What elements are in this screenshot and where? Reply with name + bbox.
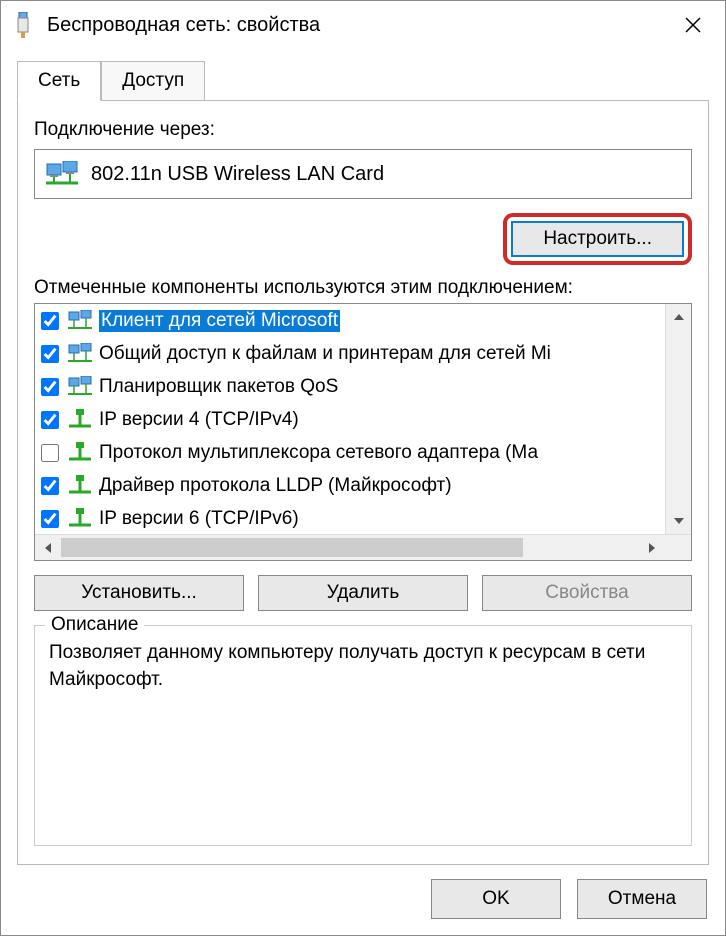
component-checkbox[interactable] <box>41 510 59 528</box>
tab-strip: Сеть Доступ <box>17 61 709 101</box>
cancel-button[interactable]: Отмена <box>577 879 707 919</box>
component-label: IP версии 6 (TCP/IPv6) <box>99 508 299 530</box>
protocol-icon <box>67 441 93 465</box>
description-label: Описание <box>45 614 144 636</box>
properties-button: Свойства <box>482 575 692 611</box>
adapter-box[interactable]: 802.11n USB Wireless LAN Card <box>34 149 692 199</box>
highlight-annotation: Настроить... <box>503 213 692 265</box>
component-label: Общий доступ к файлам и принтерам для се… <box>99 343 551 365</box>
vertical-scrollbar[interactable] <box>665 304 691 534</box>
component-checkbox[interactable] <box>41 312 59 330</box>
dialog-footer: OK Отмена <box>1 865 725 935</box>
protocol-icon <box>67 408 93 432</box>
titlebar: Беспроводная сеть: свойства <box>1 1 725 49</box>
scroll-up-arrow-icon[interactable] <box>666 304 691 330</box>
component-label: Драйвер протокола LLDP (Майкрософт) <box>99 475 452 497</box>
list-item[interactable]: Драйвер протокола LLDP (Майкрософт) <box>35 469 665 502</box>
description-groupbox: Описание Позволяет данному компьютеру по… <box>34 625 692 846</box>
tab-access[interactable]: Доступ <box>101 61 205 101</box>
scroll-right-arrow-icon[interactable] <box>639 535 665 560</box>
install-button[interactable]: Установить... <box>34 575 244 611</box>
close-button[interactable] <box>673 5 713 45</box>
properties-dialog: Беспроводная сеть: свойства Сеть Доступ … <box>0 0 726 936</box>
protocol-icon <box>67 507 93 531</box>
list-item[interactable]: Общий доступ к файлам и принтерам для се… <box>35 337 665 370</box>
scroll-left-arrow-icon[interactable] <box>35 535 61 560</box>
component-checkbox[interactable] <box>41 444 59 462</box>
service-icon <box>67 375 93 399</box>
ok-button[interactable]: OK <box>431 879 561 919</box>
component-checkbox[interactable] <box>41 477 59 495</box>
client-icon <box>67 309 93 333</box>
tab-network[interactable]: Сеть <box>17 61 101 101</box>
scroll-down-arrow-icon[interactable] <box>666 508 691 534</box>
component-checkbox[interactable] <box>41 378 59 396</box>
hscroll-thumb[interactable] <box>61 538 523 557</box>
component-buttons: Установить... Удалить Свойства <box>34 575 692 611</box>
service-icon <box>67 342 93 366</box>
component-label: Клиент для сетей Microsoft <box>99 310 340 332</box>
list-item[interactable]: Протокол мультиплексора сетевого адаптер… <box>35 436 665 469</box>
component-checkbox[interactable] <box>41 411 59 429</box>
hscroll-track[interactable] <box>61 535 639 560</box>
tab-panel-network: Подключение через: 802.11n <box>17 100 709 865</box>
component-checkbox[interactable] <box>41 345 59 363</box>
configure-button[interactable]: Настроить... <box>511 221 684 257</box>
adapter-titlebar-icon <box>13 11 33 39</box>
components-listbox[interactable]: Клиент для сетей Microsoft Общий доступ к… <box>34 303 692 561</box>
list-item[interactable]: Клиент для сетей Microsoft <box>35 304 665 337</box>
horizontal-scrollbar[interactable] <box>35 534 691 560</box>
component-label: Планировщик пакетов QoS <box>99 376 338 398</box>
component-label: IP версии 4 (TCP/IPv4) <box>99 409 299 431</box>
description-text: Позволяет данному компьютеру получать до… <box>49 640 677 693</box>
scroll-corner <box>665 535 691 560</box>
dialog-content: Сеть Доступ Подключение через: <box>1 49 725 865</box>
vscroll-track[interactable] <box>666 330 691 508</box>
uninstall-button[interactable]: Удалить <box>258 575 468 611</box>
network-adapter-icon <box>45 160 79 188</box>
configure-row: Настроить... <box>34 213 692 265</box>
window-title: Беспроводная сеть: свойства <box>47 14 673 37</box>
tabs-container: Сеть Доступ Подключение через: <box>17 61 709 865</box>
adapter-name: 802.11n USB Wireless LAN Card <box>91 163 384 186</box>
components-label: Отмеченные компоненты используются этим … <box>34 277 692 299</box>
list-item[interactable]: IP версии 4 (TCP/IPv4) <box>35 403 665 436</box>
list-item[interactable]: IP версии 6 (TCP/IPv6) <box>35 502 665 534</box>
connect-via-label: Подключение через: <box>34 119 692 141</box>
protocol-icon <box>67 474 93 498</box>
list-item[interactable]: Планировщик пакетов QoS <box>35 370 665 403</box>
component-label: Протокол мультиплексора сетевого адаптер… <box>99 442 538 464</box>
